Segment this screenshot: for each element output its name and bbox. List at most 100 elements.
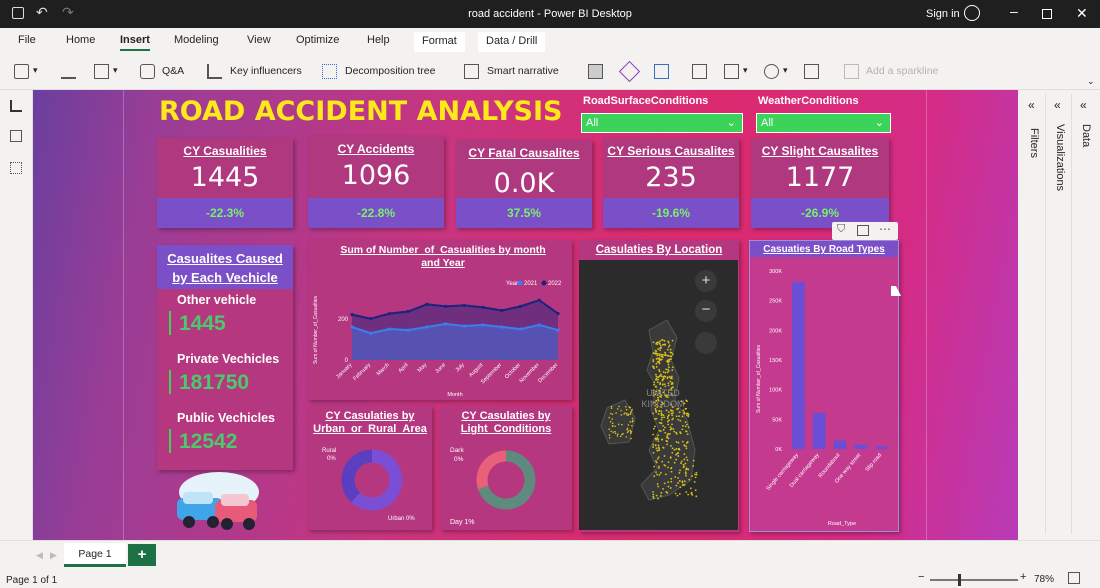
kpi-value: 0.0K xyxy=(493,168,555,199)
filter-icon[interactable]: ⛉ xyxy=(837,223,845,236)
page-nav-next[interactable]: ▶ xyxy=(50,550,57,561)
menu-modeling[interactable]: Modeling xyxy=(174,34,219,46)
slicer-weather[interactable]: All ⌄ xyxy=(756,113,891,133)
menu-home[interactable]: Home xyxy=(66,34,95,46)
power-automate-icon[interactable] xyxy=(654,64,669,79)
data-pane-tab[interactable]: « Data xyxy=(1074,94,1098,534)
menu-optimize[interactable]: Optimize xyxy=(296,34,339,46)
accident-point xyxy=(661,383,664,385)
accident-point xyxy=(692,465,695,467)
minimize-button[interactable]: – xyxy=(1010,3,1018,19)
accident-point xyxy=(685,468,688,470)
donut-slice-rural xyxy=(341,449,373,503)
kpi-cy-serious[interactable]: CY Serious Causalites 235 -19.6% xyxy=(603,138,739,228)
zoom-in-button[interactable]: + xyxy=(695,270,717,292)
menu-data-drill[interactable]: Data / Drill xyxy=(478,32,546,52)
accident-point xyxy=(612,431,614,433)
urban-rural-card[interactable]: CY Casulaties by Urban_or_Rural_Area Rur… xyxy=(308,406,432,530)
slicer-road-surface[interactable]: All ⌄ xyxy=(581,113,743,133)
zoom-slider-thumb[interactable] xyxy=(958,574,961,586)
zoom-in-icon[interactable]: + xyxy=(1020,571,1026,583)
buttons-icon[interactable] xyxy=(94,64,109,79)
accident-point xyxy=(668,344,671,347)
kpi-title: CY Serious Causalites xyxy=(607,144,735,158)
collapse-chevron-icon[interactable]: « xyxy=(1080,98,1087,112)
page-tab[interactable]: Page 1 xyxy=(64,543,126,567)
x-tick-label: July xyxy=(455,362,466,373)
location-map-card[interactable]: Casulaties By Location UNITED KINGDOM + … xyxy=(579,240,739,532)
accident-point xyxy=(685,445,687,448)
legend-title: Year xyxy=(506,281,518,287)
qa-icon[interactable] xyxy=(140,64,155,79)
accident-point xyxy=(682,425,684,427)
vehicle-casualties-card[interactable]: Casualites Caused by Each Vechicle Other… xyxy=(157,245,293,470)
map-style-icon[interactable] xyxy=(695,332,717,354)
vehicle-label-other: Other vehicle xyxy=(177,293,257,307)
accident-point xyxy=(653,475,656,478)
filters-pane-tab[interactable]: « Filters xyxy=(1022,94,1046,534)
sign-in-button[interactable]: Sign in xyxy=(926,8,960,20)
menu-format[interactable]: Format xyxy=(414,32,465,52)
accident-point xyxy=(663,416,666,419)
page-nav-prev[interactable]: ◀ xyxy=(36,550,43,561)
report-view-icon[interactable] xyxy=(10,100,22,112)
model-view-icon[interactable] xyxy=(10,162,22,174)
kpi-cy-slight[interactable]: CY Slight Causalites 1177 -26.9% xyxy=(751,138,889,228)
add-page-button[interactable]: + xyxy=(128,544,156,566)
kpi-cy-accidents[interactable]: CY Accidents 1096 -22.8% xyxy=(308,136,444,228)
kpi-cy-fatal[interactable]: CY Fatal Causalites 0.0K 37.5% xyxy=(456,140,592,228)
light-conditions-title: CY Casulaties by Light_Conditions xyxy=(460,410,552,435)
chevron-down-icon: ▾ xyxy=(33,65,38,75)
zoom-slider[interactable] xyxy=(930,574,1018,586)
qa-button[interactable]: Q&A xyxy=(162,65,184,77)
table-view-icon[interactable] xyxy=(10,130,22,142)
menu-view[interactable]: View xyxy=(247,34,271,46)
decomposition-tree-button[interactable]: Decomposition tree xyxy=(345,65,435,77)
shapes-icon[interactable] xyxy=(764,64,779,79)
account-icon[interactable] xyxy=(964,5,980,21)
key-influencers-button[interactable]: Key influencers xyxy=(230,65,302,77)
power-apps-icon[interactable] xyxy=(618,60,641,83)
accident-point xyxy=(671,366,674,369)
accident-point xyxy=(682,463,685,466)
map-area[interactable]: UNITED KINGDOM + − xyxy=(579,260,738,530)
close-button[interactable]: ✕ xyxy=(1076,5,1088,22)
buttons-insert-icon[interactable] xyxy=(724,64,739,79)
menu-file[interactable]: File xyxy=(18,34,36,46)
zoom-out-icon[interactable]: − xyxy=(918,571,924,583)
accident-point xyxy=(620,409,622,412)
accident-point xyxy=(690,491,693,494)
new-visual-icon[interactable] xyxy=(14,64,29,79)
paginated-report-icon[interactable] xyxy=(588,64,603,79)
light-conditions-card[interactable]: CY Casulaties by Light_Conditions Dark 0%… xyxy=(440,406,572,530)
line-chart-card[interactable]: Sum of Number_of_Casualities by month an… xyxy=(308,240,572,400)
accident-point xyxy=(614,432,617,435)
accident-point xyxy=(653,381,656,384)
menu-insert[interactable]: Insert xyxy=(120,34,150,51)
accident-point xyxy=(626,431,629,434)
fit-to-page-icon[interactable] xyxy=(1068,572,1080,584)
road-types-card[interactable]: Casuaties By Road Types 300K 250K 200K 150K… xyxy=(749,240,899,532)
key-influencers-icon[interactable] xyxy=(207,64,222,79)
vehicle-divider xyxy=(169,370,171,394)
more-options-icon[interactable]: ⋯ xyxy=(879,222,891,236)
smart-narrative-icon[interactable] xyxy=(464,64,479,79)
visualizations-pane-tab[interactable]: « Visualizations xyxy=(1048,94,1072,534)
maximize-button[interactable] xyxy=(1042,9,1052,19)
zoom-out-button[interactable]: − xyxy=(695,300,717,322)
accident-point xyxy=(679,469,681,472)
accident-point xyxy=(655,373,657,376)
focus-mode-icon[interactable] xyxy=(857,225,869,236)
vehicle-divider xyxy=(169,311,171,335)
kpi-cy-casualties[interactable]: CY Casualities 1445 -22.3% xyxy=(157,138,293,228)
smart-narrative-button[interactable]: Smart narrative xyxy=(487,65,559,77)
decomposition-tree-icon[interactable] xyxy=(322,64,337,79)
chart-icon[interactable] xyxy=(61,64,76,79)
collapse-chevron-icon[interactable]: « xyxy=(1028,98,1035,112)
accident-point xyxy=(694,473,696,476)
menu-help[interactable]: Help xyxy=(367,34,390,46)
image-icon[interactable] xyxy=(804,64,819,79)
collapse-chevron-icon[interactable]: « xyxy=(1054,98,1061,112)
ribbon-collapse-icon[interactable]: ⌄ xyxy=(1087,76,1095,87)
text-box-icon[interactable] xyxy=(692,64,707,79)
